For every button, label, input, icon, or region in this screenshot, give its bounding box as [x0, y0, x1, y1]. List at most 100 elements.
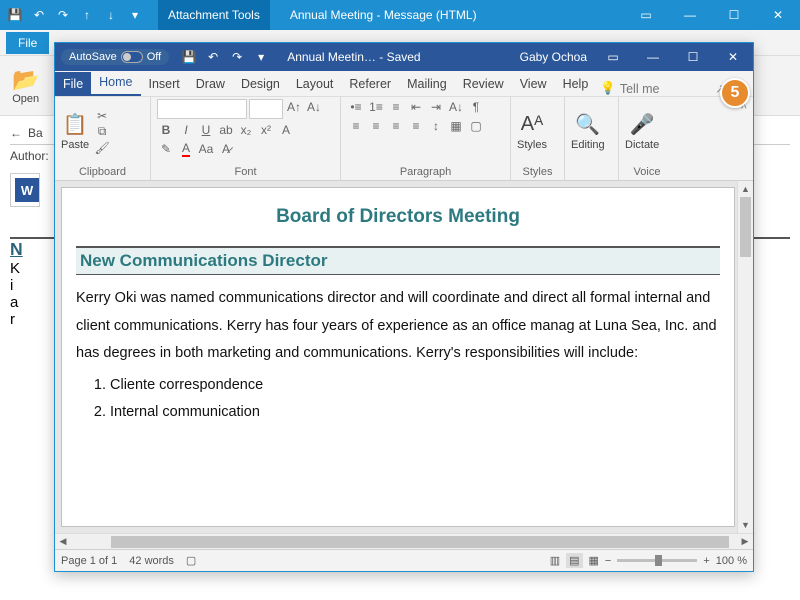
paste-button[interactable]: 📋 Paste [61, 113, 89, 151]
read-mode-icon[interactable]: ▥ [550, 554, 560, 567]
horizontal-scrollbar[interactable]: ◀ ▶ [55, 533, 753, 549]
user-name[interactable]: Gaby Ochoa [520, 50, 587, 64]
tell-me-search[interactable]: 💡 Tell me [600, 81, 659, 96]
numbering-icon[interactable]: 1≡ [367, 99, 385, 115]
clear-format-icon[interactable]: A̷ [217, 141, 235, 157]
document-page[interactable]: Board of Directors Meeting New Communica… [61, 187, 735, 527]
tab-home[interactable]: Home [91, 70, 140, 96]
word-file-icon[interactable]: W [15, 178, 39, 202]
minimize-icon[interactable]: — [633, 43, 673, 71]
zoom-out-icon[interactable]: − [605, 555, 611, 567]
align-right-icon[interactable]: ≡ [387, 118, 405, 134]
up-icon[interactable]: ↑ [76, 4, 98, 26]
open-button[interactable]: 📂 Open [6, 65, 45, 107]
doc-title: Board of Directors Meeting [76, 206, 720, 228]
shading-icon[interactable]: ▦ [447, 118, 465, 134]
vertical-scrollbar[interactable]: ▲ ▼ [737, 181, 753, 533]
callout-badge-5: 5 [720, 78, 750, 108]
scroll-down-icon[interactable]: ▼ [738, 517, 753, 533]
line-spacing-icon[interactable]: ↕ [427, 118, 445, 134]
zoom-slider[interactable] [617, 559, 697, 562]
italic-icon[interactable]: I [177, 122, 195, 138]
superscript-icon[interactable]: x² [257, 122, 275, 138]
minimize-icon[interactable]: — [668, 0, 712, 30]
open-folder-icon: 📂 [12, 67, 39, 93]
scroll-right-icon[interactable]: ▶ [737, 536, 753, 547]
dictate-button[interactable]: 🎤Dictate [625, 113, 659, 151]
borders-icon[interactable]: ▢ [467, 118, 485, 134]
qat-more-icon[interactable]: ▾ [124, 4, 146, 26]
ribbon-options-icon[interactable]: ▭ [624, 0, 668, 30]
tab-insert[interactable]: Insert [141, 72, 188, 96]
indent-dec-icon[interactable]: ⇤ [407, 99, 425, 115]
down-icon[interactable]: ↓ [100, 4, 122, 26]
bold-icon[interactable]: B [157, 122, 175, 138]
tab-layout[interactable]: Layout [288, 72, 342, 96]
justify-icon[interactable]: ≡ [407, 118, 425, 134]
autosave-toggle[interactable]: AutoSave Off [61, 49, 169, 65]
bullets-icon[interactable]: •≡ [347, 99, 365, 115]
multilevel-icon[interactable]: ≡ [387, 99, 405, 115]
indent-inc-icon[interactable]: ⇥ [427, 99, 445, 115]
sort-icon[interactable]: A↓ [447, 99, 465, 115]
font-color-icon[interactable]: A [177, 141, 195, 157]
maximize-icon[interactable]: ☐ [712, 0, 756, 30]
align-center-icon[interactable]: ≡ [367, 118, 385, 134]
align-left-icon[interactable]: ≡ [347, 118, 365, 134]
status-words[interactable]: 42 words [129, 555, 174, 567]
strike-icon[interactable]: ab [217, 122, 235, 138]
shrink-font-icon[interactable]: A↓ [305, 99, 323, 115]
web-layout-icon[interactable]: ▦ [589, 554, 599, 567]
scroll-thumb[interactable] [740, 197, 751, 257]
tab-view[interactable]: View [512, 72, 555, 96]
tab-draw[interactable]: Draw [188, 72, 233, 96]
attachment-tools-tab[interactable]: Attachment Tools [158, 0, 270, 30]
save-icon[interactable]: 💾 [179, 50, 199, 64]
qat-more-icon[interactable]: ▾ [251, 50, 271, 64]
highlight-icon[interactable]: ✎ [157, 141, 175, 157]
grow-font-icon[interactable]: A↑ [285, 99, 303, 115]
ribbon-options-icon[interactable]: ▭ [593, 43, 633, 71]
redo-icon[interactable]: ↷ [52, 4, 74, 26]
save-icon[interactable]: 💾 [4, 4, 26, 26]
text-effects-icon[interactable]: A [277, 122, 295, 138]
close-icon[interactable]: ✕ [756, 0, 800, 30]
print-layout-icon[interactable]: ▤ [566, 553, 582, 568]
undo-icon[interactable]: ↶ [203, 50, 223, 64]
styles-button[interactable]: AᴬStyles [517, 113, 547, 151]
maximize-icon[interactable]: ☐ [673, 43, 713, 71]
format-painter-icon[interactable]: 🖌 [93, 140, 111, 156]
spellcheck-icon[interactable]: ▢ [186, 554, 196, 567]
editing-label: Editing [571, 139, 605, 151]
tab-mailing[interactable]: Mailing [399, 72, 455, 96]
redo-icon[interactable]: ↷ [227, 50, 247, 64]
copy-icon[interactable]: ⧉ [93, 124, 111, 140]
tab-review[interactable]: Review [455, 72, 512, 96]
tab-design[interactable]: Design [233, 72, 288, 96]
change-case-icon[interactable]: Aa [197, 141, 215, 157]
editing-button[interactable]: 🔍Editing [571, 113, 605, 151]
tab-referer[interactable]: Referer [341, 72, 399, 96]
font-size-combo[interactable] [249, 99, 283, 119]
subscript-icon[interactable]: x₂ [237, 122, 255, 138]
pilcrow-icon[interactable]: ¶ [467, 99, 485, 115]
tab-file[interactable]: File [55, 72, 91, 96]
scroll-left-icon[interactable]: ◀ [55, 536, 71, 547]
zoom-in-icon[interactable]: + [703, 555, 709, 567]
status-page[interactable]: Page 1 of 1 [61, 555, 117, 567]
collapse-ribbon-icon[interactable]: ˄ [735, 97, 753, 180]
close-icon[interactable]: ✕ [713, 43, 753, 71]
group-voice-label: Voice [625, 164, 669, 180]
zoom-level[interactable]: 100 % [716, 555, 747, 567]
tab-help[interactable]: Help [555, 72, 597, 96]
back-icon[interactable]: ← [10, 126, 22, 140]
undo-icon[interactable]: ↶ [28, 4, 50, 26]
underline-icon[interactable]: U [197, 122, 215, 138]
group-font-label: Font [157, 164, 334, 180]
tell-me-label: Tell me [620, 82, 660, 96]
outlook-file-tab[interactable]: File [6, 32, 49, 54]
cut-icon[interactable]: ✂ [93, 108, 111, 124]
font-name-combo[interactable] [157, 99, 247, 119]
hscroll-thumb[interactable] [111, 536, 729, 548]
scroll-up-icon[interactable]: ▲ [738, 181, 753, 197]
